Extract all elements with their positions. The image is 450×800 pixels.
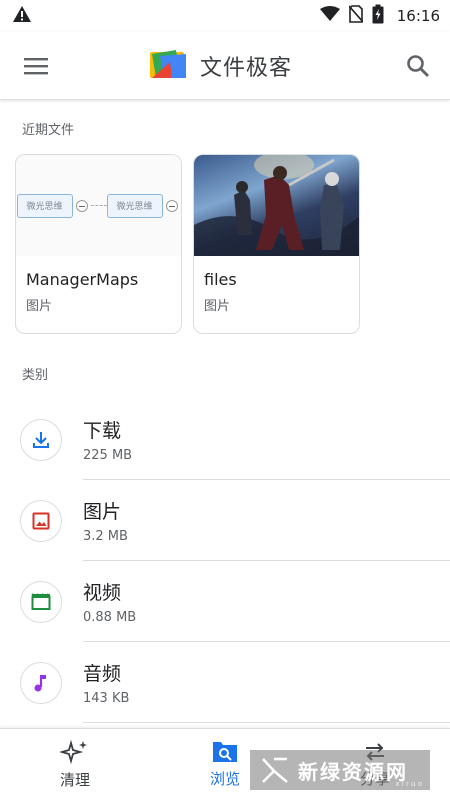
recent-files-list: 微光思维 微光思维 ManagerMaps 图片 files 图片 xyxy=(0,154,450,334)
download-icon-circle xyxy=(20,418,62,461)
category-list: 下载 225 MB 图片 3.2 MB 视频 0.88 MB 音频 143 KB xyxy=(0,399,450,723)
recent-file-name: files xyxy=(204,270,237,289)
mindmap-connector xyxy=(90,205,107,206)
status-bar: 16:16 xyxy=(0,0,450,32)
audio-icon-circle xyxy=(20,661,62,704)
divider xyxy=(83,722,450,723)
category-name: 下载 xyxy=(83,420,122,442)
category-size: 143 KB xyxy=(83,691,130,706)
video-icon xyxy=(31,592,51,610)
nav-clean[interactable]: 清理 xyxy=(0,729,150,800)
game-art-thumbnail xyxy=(194,155,359,256)
category-size: 225 MB xyxy=(83,448,133,463)
category-name: 视频 xyxy=(83,582,122,604)
category-videos[interactable]: 视频 0.88 MB xyxy=(0,561,450,642)
category-name: 音频 xyxy=(83,663,122,685)
categories-heading: 类别 xyxy=(22,368,49,383)
recent-file-card[interactable]: 微光思维 微光思维 ManagerMaps 图片 xyxy=(15,154,182,334)
image-icon xyxy=(32,512,50,529)
watermark-text: 新绿资源网 xyxy=(298,759,408,784)
category-name: 图片 xyxy=(83,501,122,523)
warning-icon xyxy=(12,5,32,27)
recent-file-type: 图片 xyxy=(204,299,231,314)
category-images[interactable]: 图片 3.2 MB xyxy=(0,480,450,561)
nav-label: 清理 xyxy=(59,771,90,789)
status-time: 16:16 xyxy=(396,7,440,25)
category-size: 3.2 MB xyxy=(83,529,128,544)
recent-file-type: 图片 xyxy=(26,299,53,314)
nav-label: 浏览 xyxy=(209,770,240,788)
download-icon xyxy=(33,431,49,448)
browse-icon xyxy=(213,742,237,762)
mindmap-thumbnail: 微光思维 微光思维 xyxy=(16,155,181,256)
mindmap-node-label: 微光思维 xyxy=(106,193,163,218)
app-title-group: 文件极客 xyxy=(52,48,390,84)
search-icon xyxy=(407,54,429,77)
files-logo-icon xyxy=(149,48,188,84)
battery-icon xyxy=(372,4,384,28)
category-size: 0.88 MB xyxy=(83,610,137,625)
app-title: 文件极客 xyxy=(199,55,292,81)
app-bar: 文件极客 xyxy=(0,32,450,100)
audio-icon xyxy=(34,674,46,691)
hamburger-icon xyxy=(24,57,48,74)
sparkle-icon xyxy=(60,739,87,765)
menu-button[interactable] xyxy=(20,50,52,82)
category-audio[interactable]: 音频 143 KB xyxy=(0,642,450,723)
mindmap-collapse-icon xyxy=(75,199,88,212)
watermark-logo-icon xyxy=(262,757,288,783)
image-icon-circle xyxy=(20,499,62,542)
recent-files-heading: 近期文件 xyxy=(22,123,75,138)
wifi-icon xyxy=(319,6,340,26)
recent-file-card[interactable]: files 图片 xyxy=(193,154,360,334)
mindmap-collapse-icon xyxy=(165,199,178,212)
search-button[interactable] xyxy=(400,48,436,84)
watermark: 新绿资源网 x i r u o xyxy=(250,750,430,790)
watermark-subtext: x i r u o xyxy=(395,780,422,788)
category-downloads[interactable]: 下载 225 MB xyxy=(0,399,450,480)
recent-file-name: ManagerMaps xyxy=(26,270,139,289)
mindmap-node-label: 微光思维 xyxy=(16,193,73,218)
no-sim-icon xyxy=(348,5,364,27)
video-icon-circle xyxy=(20,580,62,623)
